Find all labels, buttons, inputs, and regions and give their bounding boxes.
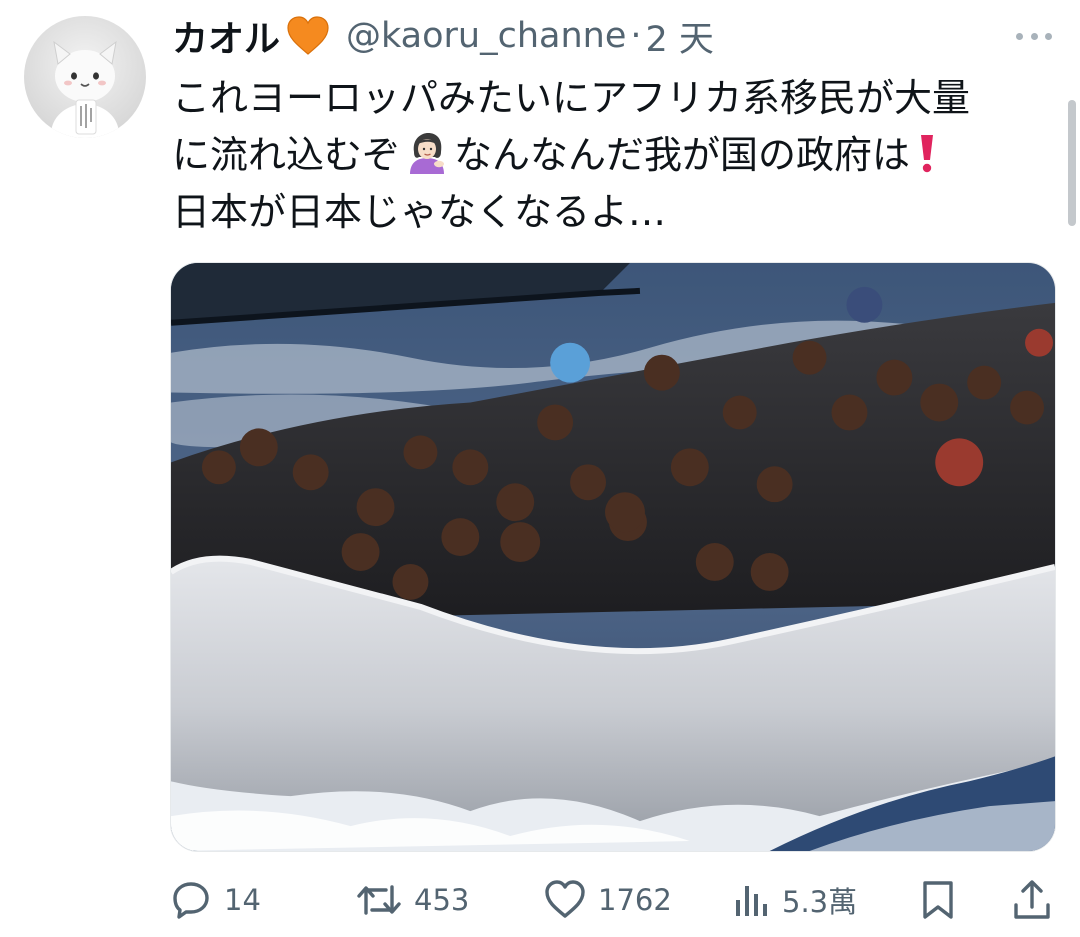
views-count: 5.3萬 <box>782 885 858 919</box>
user-handle[interactable]: @kaoru_channe <box>346 16 626 56</box>
tweet-text-segment: これヨーロッパみたいにアフリカ系移民が大量 <box>172 76 971 120</box>
person-tipping-hand-icon <box>406 132 448 174</box>
avatar-plush-image <box>51 40 119 138</box>
reply-count: 14 <box>224 883 261 917</box>
share-button[interactable] <box>1012 870 1052 930</box>
tweet-text-segment: 日本が日本じゃなくなるよ… <box>172 190 667 234</box>
display-name[interactable]: カオル <box>172 10 280 62</box>
tweet-header: カオル @kaoru_channe · 2 天 <box>172 12 714 60</box>
tweet-image[interactable] <box>170 262 1056 852</box>
avatar[interactable] <box>24 16 146 138</box>
retweet-button[interactable]: 453 <box>356 870 469 930</box>
dot-icon <box>1016 32 1023 40</box>
tweet-text-line: 日本が日本じゃなくなるよ… <box>172 184 1052 241</box>
like-count: 1762 <box>598 883 672 917</box>
red-exclamation-icon <box>916 132 938 174</box>
like-button[interactable]: 1762 <box>544 870 672 930</box>
dot-icon <box>1030 32 1038 40</box>
action-bar: 14 453 1762 5.3萬 <box>0 870 1080 930</box>
reply-button[interactable]: 14 <box>170 870 261 930</box>
timestamp[interactable]: 2 天 <box>646 11 714 62</box>
orange-heart-icon <box>286 16 330 56</box>
more-options-button[interactable] <box>1012 22 1056 50</box>
share-upload-icon <box>1014 880 1050 919</box>
reply-icon <box>173 882 209 919</box>
views-button[interactable]: 5.3萬 <box>732 870 857 930</box>
retweet-icon <box>357 885 401 915</box>
tweet-text-line: これヨーロッパみたいにアフリカ系移民が大量 <box>172 70 1052 127</box>
tweet-text-segment: に流れ込むぞ <box>172 133 401 177</box>
like-heart-icon <box>545 880 585 918</box>
views-bar-chart-icon <box>736 886 767 916</box>
dot-icon <box>1045 32 1052 40</box>
retweet-count: 453 <box>414 883 470 917</box>
tweet-text: これヨーロッパみたいにアフリカ系移民が大量 に流れ込むぞ なんなんだ我が国の政府… <box>172 70 1052 241</box>
bookmark-button[interactable] <box>920 870 956 930</box>
header-separator: · <box>630 16 642 56</box>
tweet: カオル @kaoru_channe · 2 天 これヨーロッパみたいにアフリカ系… <box>0 0 1080 937</box>
scrollbar[interactable] <box>1068 100 1076 226</box>
tweet-text-segment: なんなんだ我が国の政府は <box>454 133 911 177</box>
migrant-boat-photo <box>171 263 1055 851</box>
tweet-text-line: に流れ込むぞ なんなんだ我が国の政府は <box>172 127 1052 184</box>
bookmark-icon <box>923 881 953 919</box>
